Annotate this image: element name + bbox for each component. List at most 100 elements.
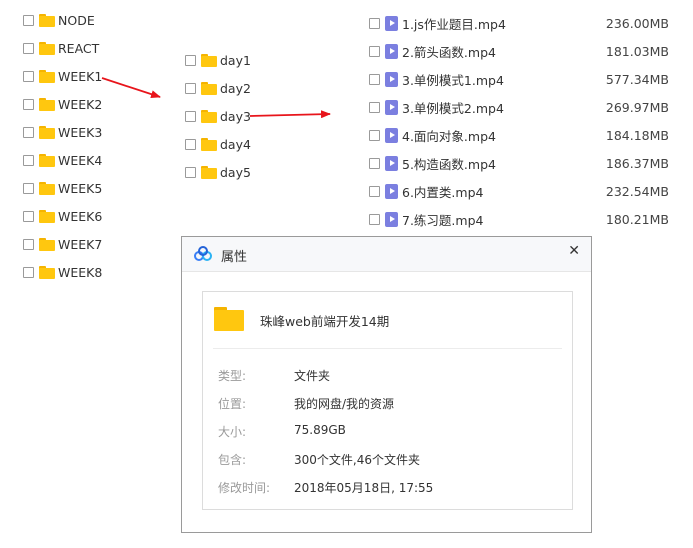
video-file-icon bbox=[385, 211, 398, 227]
checkbox[interactable] bbox=[23, 210, 34, 222]
file-name: 5.构造函数.mp4 bbox=[402, 156, 496, 172]
folder-name: WEEK3 bbox=[58, 124, 103, 140]
folder-name: WEEK5 bbox=[58, 180, 103, 196]
divider bbox=[213, 348, 562, 349]
checkbox[interactable] bbox=[185, 82, 196, 94]
checkbox[interactable] bbox=[23, 182, 34, 194]
checkbox[interactable] bbox=[23, 154, 34, 166]
checkbox[interactable] bbox=[185, 110, 196, 122]
video-file-icon bbox=[385, 15, 398, 31]
checkbox[interactable] bbox=[369, 129, 380, 141]
checkbox[interactable] bbox=[369, 73, 380, 85]
video-file-icon bbox=[385, 43, 398, 59]
row-week7[interactable]: WEEK7 bbox=[23, 233, 102, 255]
file-row[interactable]: 6.内置类.mp4 232.54MB bbox=[369, 180, 681, 202]
folder-icon bbox=[39, 181, 55, 195]
row-week3[interactable]: WEEK3 bbox=[23, 121, 102, 143]
file-row[interactable]: 2.箭头函数.mp4 181.03MB bbox=[369, 40, 681, 62]
size-value: 75.89GB bbox=[294, 423, 346, 437]
checkbox[interactable] bbox=[185, 166, 196, 178]
file-row[interactable]: 4.面向对象.mp4 184.18MB bbox=[369, 124, 681, 146]
folder-name: day5 bbox=[220, 164, 251, 180]
video-file-icon bbox=[385, 183, 398, 199]
checkbox[interactable] bbox=[23, 42, 34, 54]
checkbox[interactable] bbox=[23, 126, 34, 138]
contains-value: 300个文件,46个文件夹 bbox=[294, 453, 420, 467]
checkbox[interactable] bbox=[185, 54, 196, 66]
properties-dialog: 属性 ✕ 珠峰web前端开发14期 类型: 文件夹 位置: 我的网盘/我的资源 … bbox=[181, 236, 592, 533]
arrow-week1-to-days bbox=[101, 77, 161, 98]
checkbox[interactable] bbox=[369, 213, 380, 225]
folder-name: NODE bbox=[58, 12, 95, 28]
folder-icon bbox=[39, 41, 55, 55]
size-label: 大小: bbox=[218, 425, 247, 439]
folder-icon bbox=[201, 53, 217, 67]
type-value: 文件夹 bbox=[294, 369, 331, 383]
row-week2[interactable]: WEEK2 bbox=[23, 93, 102, 115]
row-week6[interactable]: WEEK6 bbox=[23, 205, 102, 227]
row-react[interactable]: REACT bbox=[23, 37, 99, 59]
file-size: 184.18MB bbox=[605, 127, 669, 143]
folder-icon bbox=[39, 265, 55, 279]
close-icon[interactable]: ✕ bbox=[568, 243, 580, 259]
file-size: 232.54MB bbox=[605, 183, 669, 199]
checkbox[interactable] bbox=[369, 101, 380, 113]
folder-name: REACT bbox=[58, 40, 100, 56]
location-value: 我的网盘/我的资源 bbox=[294, 397, 395, 411]
checkbox[interactable] bbox=[369, 17, 380, 29]
row-day3[interactable]: day3 bbox=[185, 105, 251, 127]
folder-name: day1 bbox=[220, 52, 251, 68]
folder-name: day2 bbox=[220, 80, 251, 96]
row-day1[interactable]: day1 bbox=[185, 49, 251, 71]
video-file-icon bbox=[385, 127, 398, 143]
file-name: 4.面向对象.mp4 bbox=[402, 128, 496, 144]
checkbox[interactable] bbox=[369, 45, 380, 57]
file-row[interactable]: 3.单例模式2.mp4 269.97MB bbox=[369, 96, 681, 118]
checkbox[interactable] bbox=[23, 14, 34, 26]
modified-value: 2018年05月18日, 17:55 bbox=[294, 481, 434, 495]
dialog-title: 属性 bbox=[221, 250, 248, 265]
modified-label: 修改时间: bbox=[218, 481, 271, 495]
checkbox[interactable] bbox=[369, 157, 380, 169]
checkbox[interactable] bbox=[23, 266, 34, 278]
file-name: 3.单例模式1.mp4 bbox=[402, 72, 504, 88]
row-week5[interactable]: WEEK5 bbox=[23, 177, 102, 199]
baidu-cloud-icon bbox=[194, 246, 212, 261]
row-day4[interactable]: day4 bbox=[185, 133, 251, 155]
file-size: 181.03MB bbox=[605, 43, 669, 59]
row-day2[interactable]: day2 bbox=[185, 77, 251, 99]
checkbox[interactable] bbox=[23, 238, 34, 250]
folder-name: 珠峰web前端开发14期 bbox=[260, 314, 390, 329]
file-name: 7.练习题.mp4 bbox=[402, 212, 484, 228]
checkbox[interactable] bbox=[23, 98, 34, 110]
folder-icon bbox=[39, 69, 55, 83]
row-week1[interactable]: WEEK1 bbox=[23, 65, 102, 87]
folder-name: day4 bbox=[220, 136, 251, 152]
checkbox[interactable] bbox=[185, 138, 196, 150]
properties-panel: 珠峰web前端开发14期 类型: 文件夹 位置: 我的网盘/我的资源 大小: 7… bbox=[202, 291, 573, 510]
folder-name: WEEK4 bbox=[58, 152, 103, 168]
file-size: 577.34MB bbox=[605, 71, 669, 87]
row-week4[interactable]: WEEK4 bbox=[23, 149, 102, 171]
folder-name: WEEK1 bbox=[58, 68, 103, 84]
file-size: 269.97MB bbox=[605, 99, 669, 115]
folder-icon bbox=[39, 97, 55, 111]
row-node[interactable]: NODE bbox=[23, 9, 95, 31]
checkbox[interactable] bbox=[23, 70, 34, 82]
checkbox[interactable] bbox=[369, 185, 380, 197]
file-row[interactable]: 7.练习题.mp4 180.21MB bbox=[369, 208, 681, 230]
folder-name: WEEK6 bbox=[58, 208, 103, 224]
folder-icon bbox=[39, 13, 55, 27]
row-day5[interactable]: day5 bbox=[185, 161, 251, 183]
folder-icon bbox=[201, 109, 217, 123]
folder-icon bbox=[201, 137, 217, 151]
contains-label: 包含: bbox=[218, 453, 247, 467]
row-week8[interactable]: WEEK8 bbox=[23, 261, 102, 283]
file-size: 180.21MB bbox=[605, 211, 669, 227]
file-size: 236.00MB bbox=[605, 15, 669, 31]
folder-name: WEEK7 bbox=[58, 236, 103, 252]
file-row[interactable]: 3.单例模式1.mp4 577.34MB bbox=[369, 68, 681, 90]
file-row[interactable]: 1.js作业题目.mp4 236.00MB bbox=[369, 12, 681, 34]
file-row[interactable]: 5.构造函数.mp4 186.37MB bbox=[369, 152, 681, 174]
file-size: 186.37MB bbox=[605, 155, 669, 171]
